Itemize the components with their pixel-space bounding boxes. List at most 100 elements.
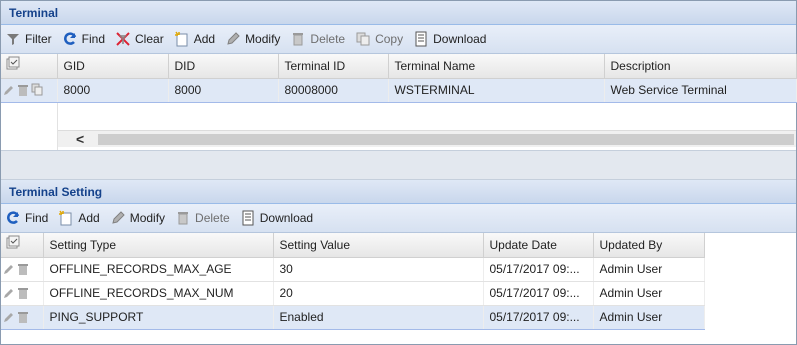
horizontal-scrollbar[interactable]: <	[58, 130, 796, 147]
modify-button[interactable]: Modify	[225, 31, 280, 47]
setting-header-row: Setting Type Setting Value Update Date U…	[1, 233, 705, 258]
cell-setting-value: 30	[273, 257, 484, 282]
download-icon	[242, 210, 254, 226]
cell-setting-value: Enabled	[273, 304, 484, 330]
edit-icon[interactable]	[3, 262, 15, 276]
trash-icon[interactable]	[17, 262, 29, 276]
left-gutter	[1, 103, 58, 150]
select-all-header[interactable]	[1, 54, 58, 79]
cell-update-date: 05/17/2017 09:...	[483, 257, 594, 282]
copy-label: Copy	[375, 32, 404, 46]
setting-add-label: Add	[78, 211, 100, 225]
cell-terminal-name: WSTERMINAL	[388, 77, 605, 103]
terminal-setting-panel-title: Terminal Setting	[1, 180, 796, 204]
select-all-icon	[6, 56, 20, 70]
download-label: Download	[433, 32, 487, 46]
delete-icon	[178, 212, 189, 225]
table-row[interactable]: 8000 8000 80008000 WSTERMINAL Web Servic…	[1, 77, 797, 103]
select-all-icon	[6, 235, 20, 249]
setting-delete-button[interactable]: Delete	[175, 210, 230, 226]
terminal-setting-toolbar: Find Add Modify Delete Download	[1, 204, 796, 233]
add-button[interactable]: Add	[174, 31, 215, 47]
find-label: Find	[81, 32, 106, 46]
modify-icon	[227, 32, 240, 45]
table-row[interactable]: OFFLINE_RECORDS_MAX_NUM 20 05/17/2017 09…	[1, 281, 705, 306]
find-icon	[7, 211, 20, 224]
edit-icon[interactable]	[3, 310, 15, 324]
row-actions	[1, 257, 44, 282]
modify-label: Modify	[245, 32, 281, 46]
edit-icon[interactable]	[3, 83, 15, 97]
col-gid[interactable]: GID	[57, 54, 169, 79]
cell-terminal-id: 80008000	[278, 77, 389, 103]
filter-label: Filter	[25, 32, 52, 46]
trash-icon[interactable]	[17, 83, 29, 97]
delete-button[interactable]: Delete	[290, 31, 345, 47]
col-terminal-name[interactable]: Terminal Name	[388, 54, 605, 79]
download-icon	[415, 31, 427, 47]
add-icon	[174, 31, 188, 47]
clear-button[interactable]: Clear	[115, 31, 164, 47]
col-updated-by[interactable]: Updated By	[593, 233, 705, 258]
row-actions	[1, 281, 44, 306]
col-setting-type[interactable]: Setting Type	[43, 233, 274, 258]
download-button[interactable]: Download	[413, 31, 486, 47]
cell-setting-value: 20	[273, 281, 484, 306]
terminal-table: GID DID Terminal ID Terminal Name Descri…	[1, 54, 797, 103]
filter-button[interactable]: Filter	[5, 31, 52, 47]
trash-icon[interactable]	[17, 310, 29, 324]
scroll-thumb[interactable]	[98, 134, 794, 145]
setting-find-button[interactable]: Find	[5, 210, 48, 226]
add-icon	[59, 210, 72, 226]
cell-updated-by: Admin User	[593, 281, 705, 306]
col-setting-value[interactable]: Setting Value	[273, 233, 484, 258]
setting-modify-label: Modify	[129, 211, 166, 225]
cell-updated-by: Admin User	[593, 304, 705, 330]
cell-gid: 8000	[57, 77, 169, 103]
clear-icon	[116, 32, 130, 46]
cell-setting-type: OFFLINE_RECORDS_MAX_AGE	[43, 257, 274, 282]
row-actions	[1, 304, 44, 330]
cell-update-date: 05/17/2017 09:...	[483, 281, 594, 306]
scroll-left-arrow[interactable]: <	[76, 131, 84, 147]
row-actions	[1, 77, 58, 103]
panel-separator	[1, 150, 796, 180]
cell-update-date: 05/17/2017 09:...	[483, 304, 594, 330]
cell-description: Web Service Terminal	[604, 77, 797, 103]
terminal-panel-title: Terminal	[1, 1, 796, 25]
setting-delete-label: Delete	[195, 211, 230, 225]
terminal-setting-table: Setting Type Setting Value Update Date U…	[1, 233, 705, 330]
find-button[interactable]: Find	[62, 31, 105, 47]
clear-label: Clear	[135, 32, 164, 46]
modify-icon	[112, 211, 125, 224]
col-update-date[interactable]: Update Date	[483, 233, 594, 258]
add-label: Add	[193, 32, 216, 46]
table-row[interactable]: PING_SUPPORT Enabled 05/17/2017 09:... A…	[1, 304, 705, 330]
setting-add-button[interactable]: Add	[58, 210, 100, 226]
terminal-grid: GID DID Terminal ID Terminal Name Descri…	[1, 54, 797, 150]
trash-icon[interactable]	[17, 286, 29, 300]
cell-updated-by: Admin User	[593, 257, 705, 282]
copy-button[interactable]: Copy	[355, 31, 403, 47]
setting-find-label: Find	[25, 211, 49, 225]
setting-download-label: Download	[259, 211, 314, 225]
setting-modify-button[interactable]: Modify	[110, 210, 165, 226]
terminal-header-row: GID DID Terminal ID Terminal Name Descri…	[1, 54, 797, 79]
col-terminal-id[interactable]: Terminal ID	[278, 54, 389, 79]
delete-label: Delete	[310, 32, 346, 46]
col-did[interactable]: DID	[168, 54, 279, 79]
edit-icon[interactable]	[3, 286, 15, 300]
find-icon	[63, 32, 76, 45]
table-row[interactable]: OFFLINE_RECORDS_MAX_AGE 30 05/17/2017 09…	[1, 257, 705, 282]
setting-download-button[interactable]: Download	[240, 210, 313, 226]
filter-icon	[7, 34, 19, 45]
terminal-toolbar: Filter Find Clear Add Modify Delete Copy	[1, 25, 796, 54]
window: Terminal Filter Find Clear Add Modify De…	[0, 0, 797, 345]
col-description[interactable]: Description	[604, 54, 797, 79]
copy-icon	[356, 32, 370, 46]
copy-row-icon[interactable]	[31, 83, 43, 97]
cell-did: 8000	[168, 77, 279, 103]
setting-select-all-header[interactable]	[1, 233, 44, 258]
delete-icon	[293, 33, 304, 46]
cell-setting-type: PING_SUPPORT	[43, 304, 274, 330]
